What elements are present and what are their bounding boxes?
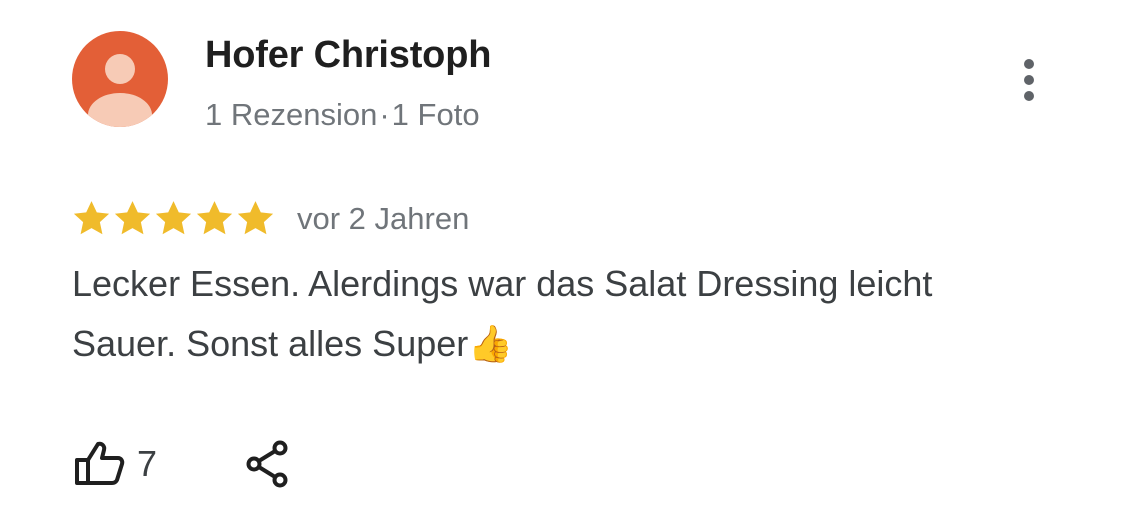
star-icon bbox=[73, 200, 110, 234]
star-icon bbox=[155, 200, 192, 234]
photos-count: 1 Foto bbox=[391, 97, 480, 132]
star-icon bbox=[237, 200, 274, 234]
review-text: Lecker Essen. Alerdings war das Salat Dr… bbox=[72, 263, 933, 364]
more-vertical-icon bbox=[1024, 59, 1034, 101]
share-icon bbox=[246, 440, 288, 488]
like-count: 7 bbox=[137, 443, 158, 484]
reviews-count: 1 Rezension bbox=[205, 97, 378, 132]
person-silhouette-icon bbox=[88, 54, 152, 127]
meta-separator: · bbox=[379, 97, 390, 132]
avatar[interactable] bbox=[72, 31, 168, 127]
like-button[interactable]: 7 bbox=[74, 440, 164, 488]
review-date: vor 2 Jahren bbox=[297, 201, 470, 236]
thumbs-up-outline-icon bbox=[75, 441, 125, 485]
author-name[interactable]: Hofer Christoph bbox=[205, 34, 491, 77]
star-icon bbox=[196, 200, 233, 234]
star-rating bbox=[71, 195, 276, 241]
share-button[interactable] bbox=[244, 440, 292, 488]
more-options-button[interactable] bbox=[1012, 56, 1046, 104]
star-icon bbox=[114, 200, 151, 234]
review-card: Hofer Christoph 1 Rezension·1 Foto vor 2… bbox=[0, 0, 1125, 532]
author-meta: 1 Rezension·1 Foto bbox=[205, 97, 480, 133]
